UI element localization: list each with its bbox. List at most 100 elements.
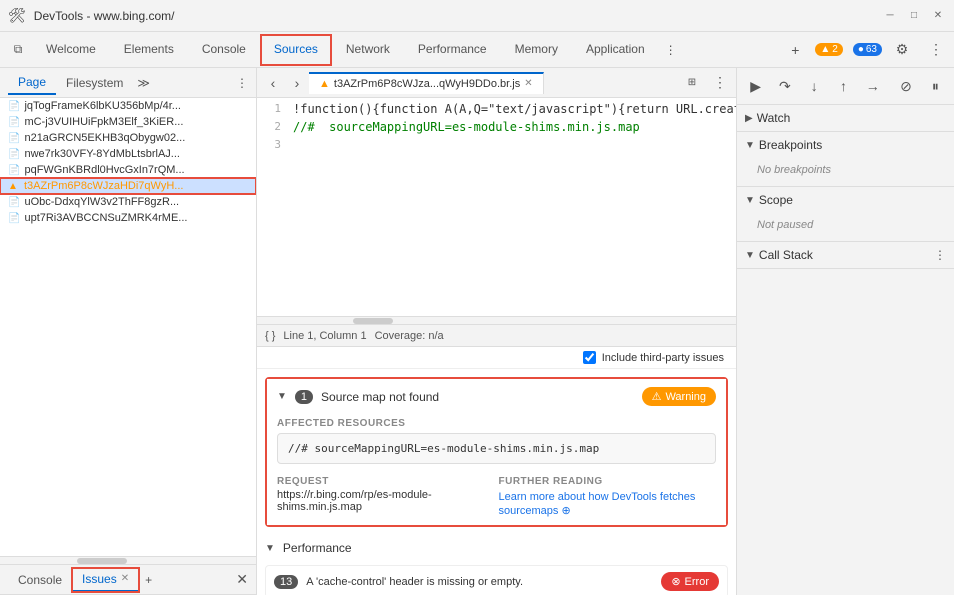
upper-section: 1 !function(){function A(A,Q="text/javas… <box>257 98 736 346</box>
tab-sources[interactable]: Sources <box>260 34 332 66</box>
editor-format-button[interactable]: ⊞ <box>680 71 704 95</box>
file-item-selected[interactable]: ▲ t3AZrPm6P8cWJzaHDi7qWyH... <box>0 178 256 194</box>
editor-forward-button[interactable]: › <box>285 71 309 95</box>
bottom-tab-console[interactable]: Console <box>8 569 72 591</box>
center-panel: ‹ › ▲ t3AZrPm6P8cWJza...qWyH9DDo.br.js ✕… <box>257 68 736 595</box>
callstack-header[interactable]: ▼ Call Stack ⋮ <box>737 242 954 268</box>
further-reading-link[interactable]: Learn more about how DevTools fetches so… <box>499 491 696 517</box>
deactivate-button[interactable]: ⊘ <box>893 72 918 100</box>
bottom-tab-bar: Console Issues ✕ + ✕ <box>0 565 256 595</box>
sub-tab-menu[interactable]: ⋮ <box>236 76 248 90</box>
pause-exceptions-button[interactable]: ⏸ <box>923 72 948 100</box>
callstack-more[interactable]: ⋮ <box>934 248 946 262</box>
file-item[interactable]: 📄 pqFWGnKBRdl0HvcGxIn7rQM... <box>0 162 256 178</box>
include-third-party-checkbox[interactable] <box>583 351 596 364</box>
code-editor: 1 !function(){function A(A,Q="text/javas… <box>257 98 736 324</box>
tab-warning-icon: ▲ <box>319 78 330 90</box>
no-breakpoints-text: No breakpoints <box>757 162 946 178</box>
file-item[interactable]: 📄 n21aGRCN5EKHB3qObygw02... <box>0 130 256 146</box>
file-item[interactable]: 📄 nwe7rk30VFY-8YdMbLtsbrlAJ... <box>0 146 256 162</box>
breakpoints-header[interactable]: ▼ Breakpoints <box>737 132 954 158</box>
file-name: nwe7rk30VFY-8YdMbLtsbrlAJ... <box>24 148 180 160</box>
tab-new-button[interactable]: + <box>781 36 809 64</box>
file-icon: 📄 <box>8 149 20 160</box>
bottom-tab-issues[interactable]: Issues ✕ <box>72 568 139 592</box>
watch-arrow-icon: ▶ <box>745 113 753 124</box>
step-over-button[interactable]: ↷ <box>772 72 797 100</box>
main-tab-bar: ⧉ Welcome Elements Console Sources Netwo… <box>0 32 954 68</box>
file-item[interactable]: 📄 jqTogFrameK6lbKU356bMp/4r... <box>0 98 256 114</box>
performance-label: Performance <box>283 541 352 555</box>
editor-options-button[interactable]: ⋮ <box>708 71 732 95</box>
file-name: t3AZrPm6P8cWJzaHDi7qWyH... <box>24 180 183 192</box>
step-into-button[interactable]: ↓ <box>802 72 827 100</box>
performance-header[interactable]: ▼ Performance <box>265 535 728 561</box>
sub-tab-filesystem[interactable]: Filesystem <box>56 72 133 94</box>
editor-tab-close[interactable]: ✕ <box>524 78 532 89</box>
code-lines[interactable]: 1 !function(){function A(A,Q="text/javas… <box>257 98 736 316</box>
h-scroll-thumb[interactable] <box>353 318 393 324</box>
file-item[interactable]: 📄 uObc-DdxqYlW3v2ThFF8gzR... <box>0 194 256 210</box>
tab-elements[interactable]: Elements <box>110 34 188 66</box>
file-icon: 📄 <box>8 165 20 176</box>
resume-button[interactable]: ▶ <box>743 72 768 100</box>
tab-more[interactable]: ⋮ <box>659 35 683 65</box>
step-button[interactable]: → <box>860 72 885 100</box>
affected-resources: AFFECTED RESOURCES //# sourceMappingURL=… <box>267 414 726 525</box>
issues-badge[interactable]: ●63 <box>853 43 882 56</box>
file-icon: 📄 <box>8 213 20 224</box>
callstack-arrow-icon: ▼ <box>745 250 755 261</box>
bottom-tabs-container: Console Issues ✕ + ✕ <box>0 564 256 595</box>
affected-label: AFFECTED RESOURCES <box>277 414 716 433</box>
editor-tab-label: t3AZrPm6P8cWJza...qWyH9DDo.br.js <box>334 78 520 90</box>
tab-memory[interactable]: Memory <box>501 34 572 66</box>
file-item[interactable]: 📄 upt7Ri3AVBCCNSuZMRK4rME... <box>0 210 256 226</box>
minimize-button[interactable]: ─ <box>882 8 898 24</box>
step-out-button[interactable]: ↑ <box>831 72 856 100</box>
status-coverage: Coverage: n/a <box>375 330 444 342</box>
file-icon: 📄 <box>8 101 20 112</box>
editor-tab-bar: ‹ › ▲ t3AZrPm6P8cWJza...qWyH9DDo.br.js ✕… <box>257 68 736 98</box>
tab-performance[interactable]: Performance <box>404 34 501 66</box>
status-position: Line 1, Column 1 <box>283 330 366 342</box>
right-panel: ▶ ↷ ↓ ↑ → ⊘ ⏸ ▶ Watch ▼ Breakpoints No b… <box>736 68 954 595</box>
warning-triangle-icon: ⚠ <box>652 390 662 403</box>
panel-toggle-icon[interactable]: ⧉ <box>4 36 32 64</box>
add-tab-button[interactable]: + <box>139 569 158 591</box>
editor-tab-active[interactable]: ▲ t3AZrPm6P8cWJza...qWyH9DDo.br.js ✕ <box>309 72 544 94</box>
tab-network[interactable]: Network <box>332 34 404 66</box>
h-scroll[interactable] <box>0 556 256 564</box>
main-layout: Page Filesystem ≫ ⋮ 📄 jqTogFrameK6lbKU35… <box>0 68 954 595</box>
watch-section: ▶ Watch <box>737 105 954 132</box>
warning-badge[interactable]: ▲2 <box>815 43 842 56</box>
customize-button[interactable]: ⋮ <box>922 36 950 64</box>
issues-panel: Include third-party issues ▼ 1 Source ma… <box>257 346 736 595</box>
issues-tab-close[interactable]: ✕ <box>121 573 129 584</box>
file-name: jqTogFrameK6lbKU356bMp/4r... <box>24 100 181 112</box>
code-line-1: 1 !function(){function A(A,Q="text/javas… <box>257 102 736 120</box>
perf-item[interactable]: 13 A 'cache-control' header is missing o… <box>265 565 728 595</box>
file-name: uObc-DdxqYlW3v2ThFF8gzR... <box>24 196 179 208</box>
scope-arrow-icon: ▼ <box>745 195 755 206</box>
tab-console[interactable]: Console <box>188 34 260 66</box>
close-button[interactable]: ✕ <box>930 8 946 24</box>
maximize-button[interactable]: □ <box>906 8 922 24</box>
close-panel-button[interactable]: ✕ <box>236 571 248 588</box>
watch-header[interactable]: ▶ Watch <box>737 105 954 131</box>
sub-tab-page[interactable]: Page <box>8 71 56 95</box>
issue-warning-badge: ⚠ Warning <box>642 387 716 406</box>
file-item[interactable]: 📄 mC-j3VUIHUiFpkM3Elf_3KiER... <box>0 114 256 130</box>
debugger-controls: ▶ ↷ ↓ ↑ → ⊘ ⏸ <box>737 68 954 105</box>
devtools-icon: 🛠 <box>8 7 26 24</box>
tab-welcome[interactable]: Welcome <box>32 34 110 66</box>
scope-header[interactable]: ▼ Scope <box>737 187 954 213</box>
settings-button[interactable]: ⚙ <box>888 36 916 64</box>
editor-back-button[interactable]: ‹ <box>261 71 285 95</box>
tab-application[interactable]: Application <box>572 34 659 66</box>
status-braces[interactable]: { } <box>265 330 275 342</box>
sub-tab-more[interactable]: ≫ <box>137 76 150 90</box>
perf-expand-icon: ▼ <box>265 543 275 554</box>
issue-header-sourcemap[interactable]: ▼ 1 Source map not found ⚠ Warning <box>267 379 726 414</box>
issue-count-badge: 1 <box>295 390 313 404</box>
code-h-scroll[interactable] <box>257 316 736 324</box>
